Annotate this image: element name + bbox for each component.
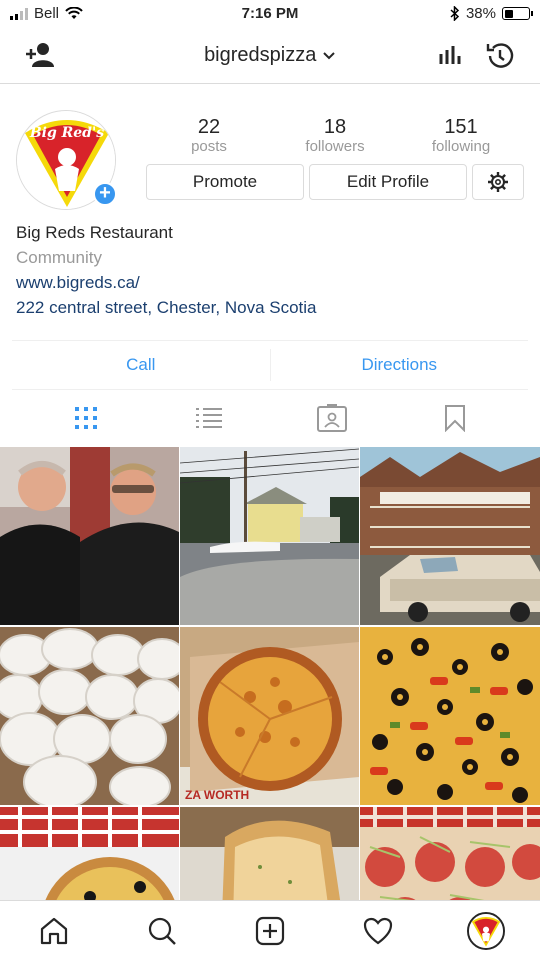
profile-icon xyxy=(467,911,505,950)
profile-website-link[interactable]: www.bigreds.ca/ xyxy=(16,270,317,295)
saved-icon xyxy=(444,405,465,432)
post-thumbnail[interactable] xyxy=(180,447,359,625)
view-tabs xyxy=(0,392,540,444)
tab-tagged[interactable] xyxy=(312,398,352,438)
post-thumbnail[interactable] xyxy=(360,447,540,625)
stat-followers[interactable]: 18 followers xyxy=(272,116,398,155)
post-thumbnail[interactable] xyxy=(0,447,179,625)
directions-button[interactable]: Directions xyxy=(271,341,529,389)
gear-icon xyxy=(488,172,508,192)
search-icon xyxy=(148,917,176,945)
tab-saved[interactable] xyxy=(435,398,475,438)
profile-category: Community xyxy=(16,248,102,267)
home-icon xyxy=(40,917,68,944)
profile-address-link[interactable]: 222 central street, Chester, Nova Scotia xyxy=(16,295,317,320)
stat-value: 151 xyxy=(444,116,478,138)
post-thumbnail[interactable]: ZA WORTH xyxy=(180,627,359,805)
new-post-icon xyxy=(255,916,285,945)
list-icon xyxy=(195,408,222,428)
battery-percent: 38% xyxy=(465,5,496,22)
post-thumbnail[interactable] xyxy=(0,627,179,805)
status-bar: Bell 7:16 PM 38% xyxy=(0,0,540,30)
avatar-logo-text: Big Red's xyxy=(29,125,104,141)
stat-posts[interactable]: 22 posts xyxy=(146,116,272,155)
settings-button[interactable] xyxy=(472,164,524,200)
promote-button[interactable]: Promote xyxy=(146,164,304,200)
system-indicators: 38% xyxy=(450,5,533,22)
call-button[interactable]: Call xyxy=(12,341,270,389)
tagged-icon xyxy=(316,404,347,432)
nav-profile[interactable] xyxy=(464,909,508,953)
post-grid: ZA WORTH xyxy=(0,447,540,901)
post-thumbnail[interactable] xyxy=(360,807,540,901)
stat-value: 22 xyxy=(197,116,221,138)
contact-actions: Call Directions xyxy=(12,340,528,390)
activity-icon xyxy=(363,917,393,944)
nav-search[interactable] xyxy=(140,909,184,953)
nav-home[interactable] xyxy=(32,909,76,953)
chevron-down-icon xyxy=(323,52,335,60)
svg-text:ZA WORTH: ZA WORTH xyxy=(185,788,249,802)
profile-stats: 22 posts 18 followers 151 following xyxy=(146,116,524,155)
stat-label: following xyxy=(431,138,491,155)
profile-name: Big Reds Restaurant xyxy=(16,223,173,242)
archive-icon[interactable] xyxy=(484,40,516,77)
post-thumbnail[interactable] xyxy=(360,627,540,805)
post-thumbnail[interactable] xyxy=(0,807,179,901)
profile-bio: Big Reds Restaurant Community www.bigred… xyxy=(16,220,317,320)
post-thumbnail[interactable] xyxy=(180,807,359,901)
profile-header: bigredspizza xyxy=(0,30,540,84)
username: bigredspizza xyxy=(204,44,317,66)
stat-value: 18 xyxy=(323,116,347,138)
nav-activity[interactable] xyxy=(356,909,400,953)
add-story-icon[interactable]: + xyxy=(93,182,117,206)
bluetooth-icon xyxy=(450,6,460,21)
stat-following[interactable]: 151 following xyxy=(398,116,524,155)
grid-icon xyxy=(74,407,97,429)
stat-label: followers xyxy=(305,138,365,155)
tab-grid[interactable] xyxy=(66,398,106,438)
stat-label: posts xyxy=(191,138,227,155)
battery-icon xyxy=(502,7,533,20)
insights-icon[interactable] xyxy=(438,44,464,71)
tab-list[interactable] xyxy=(189,398,229,438)
nav-new-post[interactable] xyxy=(248,909,292,953)
bottom-nav xyxy=(0,900,540,960)
edit-profile-button[interactable]: Edit Profile xyxy=(309,164,467,200)
